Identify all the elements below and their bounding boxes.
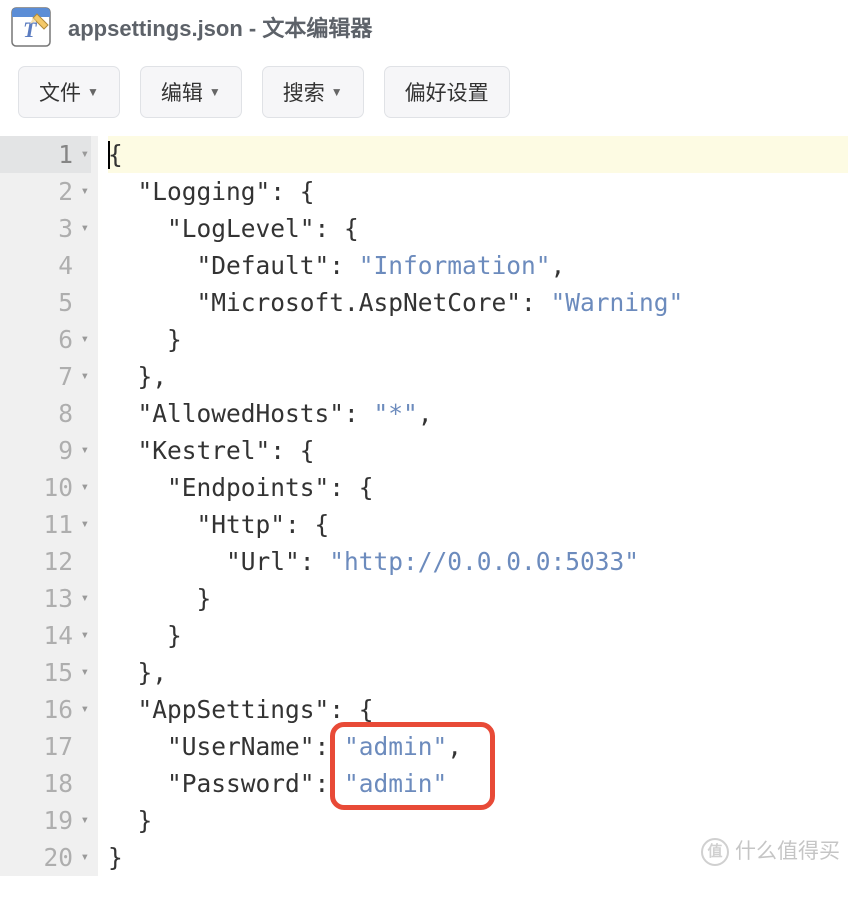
code-area[interactable]: { "Logging": { "LogLevel": { "Default": …: [98, 136, 848, 876]
title-bar: T appsettings.json - 文本编辑器: [0, 0, 848, 66]
line-number: 3: [33, 210, 73, 247]
line-number: 15: [33, 654, 73, 691]
line-number: 18: [33, 765, 73, 802]
fold-toggle-icon[interactable]: ▾: [77, 802, 89, 839]
code-line: "Logging": {: [108, 173, 848, 210]
code-line: "Microsoft.AspNetCore": "Warning": [108, 284, 848, 321]
gutter-row[interactable]: 4: [0, 247, 91, 284]
code-line: "AllowedHosts": "*",: [108, 395, 848, 432]
line-number: 20: [33, 839, 73, 876]
gutter-row[interactable]: 19▾: [0, 802, 91, 839]
line-number: 8: [33, 395, 73, 432]
app-icon: T: [10, 6, 52, 48]
preferences-label: 偏好设置: [405, 77, 489, 107]
code-line: }: [108, 580, 848, 617]
toolbar: 文件 ▼ 编辑 ▼ 搜索 ▼ 偏好设置: [0, 66, 848, 136]
line-number: 10: [33, 469, 73, 506]
line-number: 14: [33, 617, 73, 654]
code-line: "Password": "admin": [108, 765, 848, 802]
gutter-row[interactable]: 2▾: [0, 173, 91, 210]
fold-toggle-icon[interactable]: ▾: [77, 654, 89, 691]
line-number: 1: [33, 136, 73, 173]
watermark-text: 什么值得买: [735, 833, 840, 870]
watermark-icon: 值: [701, 838, 729, 866]
fold-toggle-icon[interactable]: ▾: [77, 506, 89, 543]
gutter-row[interactable]: 6▾: [0, 321, 91, 358]
gutter-row[interactable]: 9▾: [0, 432, 91, 469]
gutter-row[interactable]: 20▾: [0, 839, 91, 876]
fold-toggle-icon[interactable]: ▾: [77, 321, 89, 358]
chevron-down-icon: ▼: [331, 85, 343, 99]
edit-menu-button[interactable]: 编辑 ▼: [140, 66, 242, 118]
gutter-row[interactable]: 3▾: [0, 210, 91, 247]
code-line: "Default": "Information",: [108, 247, 848, 284]
watermark: 值 什么值得买: [701, 833, 840, 870]
line-number: 19: [33, 802, 73, 839]
code-line: }: [108, 617, 848, 654]
code-line: "LogLevel": {: [108, 210, 848, 247]
line-number: 7: [33, 358, 73, 395]
code-line: "Kestrel": {: [108, 432, 848, 469]
code-line: "Endpoints": {: [108, 469, 848, 506]
fold-toggle-icon[interactable]: ▾: [77, 580, 89, 617]
search-menu-label: 搜索: [283, 77, 325, 107]
code-line: "UserName": "admin",: [108, 728, 848, 765]
preferences-button[interactable]: 偏好设置: [384, 66, 510, 118]
line-number: 4: [33, 247, 73, 284]
line-number: 17: [33, 728, 73, 765]
editor: 1▾2▾3▾456▾7▾89▾10▾11▾1213▾14▾15▾16▾17181…: [0, 136, 848, 876]
gutter-row[interactable]: 10▾: [0, 469, 91, 506]
chevron-down-icon: ▼: [209, 85, 221, 99]
code-line: }: [108, 321, 848, 358]
gutter-row[interactable]: 16▾: [0, 691, 91, 728]
fold-toggle-icon[interactable]: ▾: [77, 469, 89, 506]
edit-menu-label: 编辑: [161, 77, 203, 107]
gutter-row[interactable]: 13▾: [0, 580, 91, 617]
fold-toggle-icon[interactable]: ▾: [77, 358, 89, 395]
line-number: 5: [33, 284, 73, 321]
gutter-row[interactable]: 15▾: [0, 654, 91, 691]
fold-toggle-icon[interactable]: ▾: [77, 173, 89, 210]
gutter: 1▾2▾3▾456▾7▾89▾10▾11▾1213▾14▾15▾16▾17181…: [0, 136, 98, 876]
chevron-down-icon: ▼: [87, 85, 99, 99]
line-number: 11: [33, 506, 73, 543]
gutter-row[interactable]: 18: [0, 765, 91, 802]
gutter-row[interactable]: 14▾: [0, 617, 91, 654]
fold-toggle-icon[interactable]: ▾: [77, 432, 89, 469]
line-number: 9: [33, 432, 73, 469]
code-line: "Url": "http://0.0.0.0:5033": [108, 543, 848, 580]
search-menu-button[interactable]: 搜索 ▼: [262, 66, 364, 118]
gutter-row[interactable]: 11▾: [0, 506, 91, 543]
line-number: 13: [33, 580, 73, 617]
fold-toggle-icon[interactable]: ▾: [77, 617, 89, 654]
line-number: 16: [33, 691, 73, 728]
gutter-row[interactable]: 7▾: [0, 358, 91, 395]
code-line: "Http": {: [108, 506, 848, 543]
line-number: 2: [33, 173, 73, 210]
fold-toggle-icon[interactable]: ▾: [77, 136, 89, 173]
line-number: 6: [33, 321, 73, 358]
gutter-row[interactable]: 12: [0, 543, 91, 580]
code-line: {: [108, 136, 848, 173]
fold-toggle-icon[interactable]: ▾: [77, 210, 89, 247]
code-line: },: [108, 358, 848, 395]
fold-toggle-icon[interactable]: ▾: [77, 691, 89, 728]
window-title: appsettings.json - 文本编辑器: [68, 11, 372, 43]
code-line: },: [108, 654, 848, 691]
fold-toggle-icon[interactable]: ▾: [77, 839, 89, 876]
gutter-row[interactable]: 17: [0, 728, 91, 765]
line-number: 12: [33, 543, 73, 580]
gutter-row[interactable]: 5: [0, 284, 91, 321]
gutter-row[interactable]: 8: [0, 395, 91, 432]
file-menu-button[interactable]: 文件 ▼: [18, 66, 120, 118]
file-menu-label: 文件: [39, 77, 81, 107]
code-line: "AppSettings": {: [108, 691, 848, 728]
gutter-row[interactable]: 1▾: [0, 136, 91, 173]
